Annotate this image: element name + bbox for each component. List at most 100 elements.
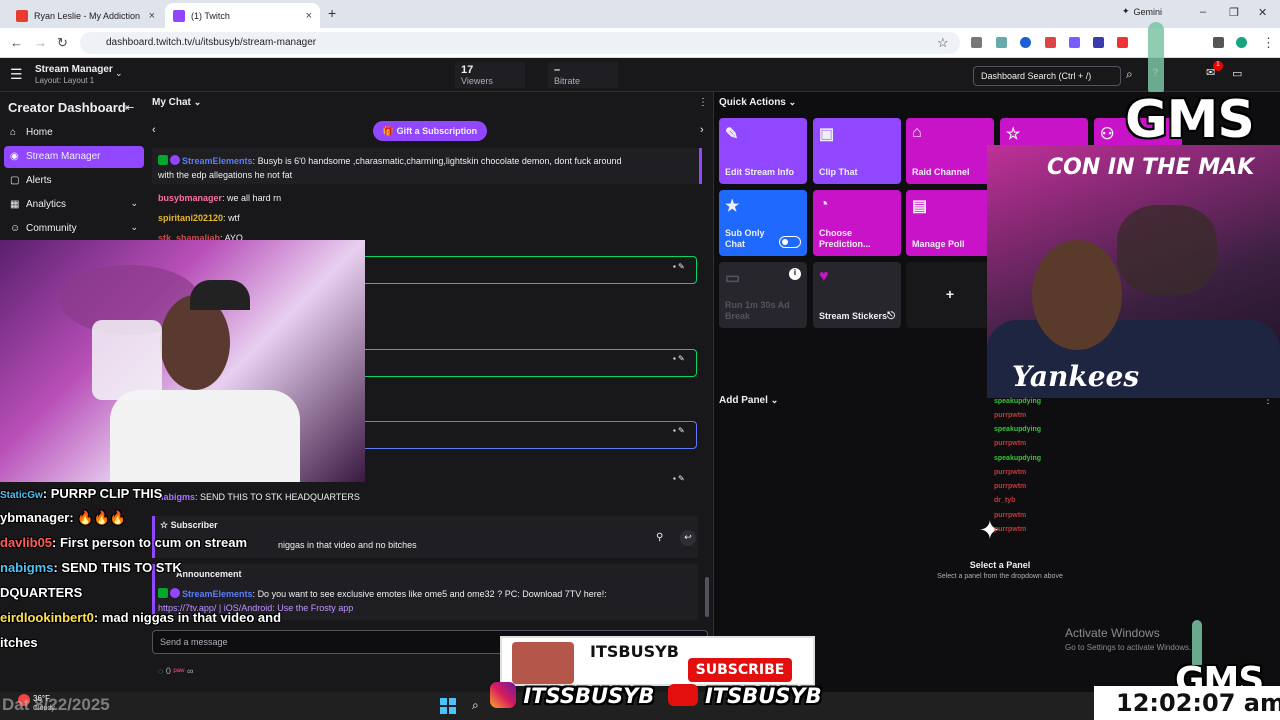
- whispers-icon[interactable]: ▭: [1232, 67, 1242, 80]
- overlay-chat-line: DQUARTERS: [0, 585, 82, 600]
- stream-stickers-tile[interactable]: ♥ Stream Stickers ⎋: [813, 262, 901, 328]
- activate-windows-watermark: Activate Windows: [1065, 626, 1160, 640]
- sidebar-item-home[interactable]: ⌂ Home: [4, 122, 144, 144]
- search-icon[interactable]: ⌕: [1126, 67, 1133, 82]
- users-icon: ☺: [10, 223, 21, 234]
- close-window-button[interactable]: ✕: [1258, 6, 1267, 19]
- my-chat-header[interactable]: My Chat ⌄: [152, 97, 201, 108]
- extension-icon[interactable]: [1117, 37, 1128, 48]
- sub-only-toggle[interactable]: [779, 236, 801, 248]
- overlay-chat-text: PURRP CLIP THIS: [50, 486, 163, 501]
- stream-manager-title[interactable]: Stream Manager: [35, 64, 113, 75]
- sidebar-item-label: Community: [26, 223, 77, 234]
- chat-username[interactable]: nabigms: [158, 492, 195, 502]
- edit-stream-info-tile[interactable]: ✎ Edit Stream Info: [719, 118, 807, 184]
- select-panel-title: Select a Panel: [969, 560, 1031, 570]
- overlay-chat-user: nabigms: [0, 560, 54, 575]
- sidebar-item-community[interactable]: ☺ Community ⌄: [4, 218, 144, 240]
- edit-icon[interactable]: ▪ ✎: [673, 262, 685, 271]
- chat-username[interactable]: StreamElements: [182, 156, 253, 166]
- layout-label: Layout: Layout 1: [35, 76, 95, 85]
- overlay-chat-user: ybmanager: [0, 510, 70, 525]
- extension-icon[interactable]: [1020, 37, 1031, 48]
- run-ad-tile[interactable]: ▭ Run 1m 30s Ad Break i: [719, 262, 807, 328]
- banner-avatar: [512, 642, 574, 684]
- back-icon[interactable]: ←: [10, 35, 23, 50]
- edit-icon[interactable]: ▪ ✎: [673, 354, 685, 363]
- reply-icon[interactable]: ↩: [680, 530, 696, 546]
- profile-avatar[interactable]: [1236, 37, 1247, 48]
- sidebar-item-alerts[interactable]: ▢ Alerts: [4, 170, 144, 192]
- tile-label: Edit Stream Info: [725, 167, 795, 177]
- statue-liberty-image: [1148, 22, 1164, 92]
- new-tab-button[interactable]: +: [328, 5, 336, 21]
- sidebar-item-stream-manager[interactable]: ◉ Stream Manager: [4, 146, 144, 168]
- chevron-down-icon: ⌄: [130, 222, 138, 232]
- close-icon[interactable]: ×: [149, 10, 155, 22]
- chat-username[interactable]: StreamElements: [182, 589, 253, 599]
- background-person: [1117, 205, 1217, 295]
- pin-icon[interactable]: ⚲: [656, 532, 663, 543]
- collapse-sidebar-icon[interactable]: ⇤: [125, 101, 134, 114]
- extension-icon[interactable]: [971, 37, 982, 48]
- forward-icon[interactable]: →: [34, 35, 47, 50]
- browser-tab-active[interactable]: (1) Twitch ×: [165, 3, 320, 28]
- clip-that-tile[interactable]: ▣ Clip That: [813, 118, 901, 184]
- hamburger-menu-icon[interactable]: ☰: [10, 67, 24, 81]
- gift-subscription-button[interactable]: 🎁 Gift a Subscription: [373, 121, 487, 141]
- overlay-chat-user: purrpwtm: [994, 512, 1027, 519]
- kebab-icon[interactable]: ⋮: [698, 97, 708, 108]
- chat-username[interactable]: busybmanager: [158, 193, 222, 203]
- maximize-button[interactable]: ❐: [1229, 6, 1239, 19]
- extension-icon[interactable]: [1093, 37, 1104, 48]
- url-field[interactable]: dashboard.twitch.tv/u/itsbusyb/stream-ma…: [80, 32, 960, 54]
- choose-prediction-tile[interactable]: ◔ Choose Prediction...: [813, 190, 901, 256]
- chat-scrollbar[interactable]: [705, 577, 709, 617]
- raid-channel-tile[interactable]: ⌂ Raid Channel: [906, 118, 994, 184]
- manage-poll-tile[interactable]: ▤ Manage Poll: [906, 190, 994, 256]
- extension-icon[interactable]: [1069, 37, 1080, 48]
- menu-kebab-icon[interactable]: ⋮: [1262, 35, 1275, 51]
- instagram-handle: ITSSBUSYB: [523, 684, 655, 708]
- edit-icon[interactable]: ▪ ✎: [673, 426, 685, 435]
- popout-icon[interactable]: ⎋: [887, 311, 895, 322]
- extension-icon[interactable]: [1213, 37, 1224, 48]
- browser-tab[interactable]: Ryan Leslie - My Addiction ×: [8, 3, 163, 28]
- overlay-chat-text: SEND THIS TO STK: [61, 560, 182, 575]
- extension-icon[interactable]: [1045, 37, 1056, 48]
- gemini-button[interactable]: ✦ Gemini: [1122, 6, 1162, 17]
- chat-username[interactable]: spiritani202120: [158, 213, 223, 223]
- sticker-icon: ♥: [819, 268, 829, 285]
- overlay-chat-user: speakupdying: [994, 426, 1042, 433]
- sub-only-chat-tile[interactable]: ★ Sub Only Chat: [719, 190, 807, 256]
- windows-start-icon[interactable]: [440, 698, 456, 714]
- statue-liberty-image: [1192, 620, 1202, 665]
- edit-icon[interactable]: ▪ ✎: [673, 474, 685, 483]
- bookmark-star-icon[interactable]: ☆: [937, 35, 949, 51]
- minimize-button[interactable]: –: [1200, 6, 1206, 18]
- taskbar-search-icon[interactable]: ⌕: [472, 698, 479, 713]
- chevron-down-icon[interactable]: ⌄: [115, 68, 123, 79]
- chat-text: wtf: [228, 213, 240, 223]
- twitch-top-bar: ☰ Stream Manager Layout: Layout 1 ⌄ 17 V…: [0, 58, 1280, 92]
- info-icon[interactable]: i: [789, 268, 801, 280]
- overlay-chat-user: eirdlookinbert0: [0, 610, 94, 625]
- points-counter[interactable]: ◌ 0 ᵖᵃʷ ∞: [158, 666, 193, 676]
- overlay-chat-user: purrpwtm: [994, 469, 1027, 476]
- extension-icon[interactable]: [996, 37, 1007, 48]
- notification-badge: 1: [1213, 61, 1223, 71]
- gemini-label: Gemini: [1133, 6, 1163, 17]
- add-quick-action-button[interactable]: +: [906, 262, 994, 328]
- add-panel-dropdown[interactable]: Add Panel ⌄: [719, 395, 778, 406]
- dashboard-search-input[interactable]: Dashboard Search (Ctrl + /): [973, 66, 1121, 86]
- tile-label: Manage Poll: [912, 239, 965, 249]
- points-icon: ◌: [158, 666, 164, 676]
- quick-actions-header[interactable]: Quick Actions ⌄: [719, 97, 796, 108]
- chevron-left-icon[interactable]: ‹: [152, 124, 156, 136]
- reload-icon[interactable]: ↻: [57, 35, 68, 51]
- points-value: 0: [165, 666, 171, 676]
- sidebar-item-analytics[interactable]: ▦ Analytics ⌄: [4, 194, 144, 216]
- webcam-overlay-right: CON IN THE MAK Yankees: [987, 145, 1280, 398]
- chevron-right-icon[interactable]: ›: [700, 124, 704, 136]
- close-icon[interactable]: ×: [306, 10, 312, 22]
